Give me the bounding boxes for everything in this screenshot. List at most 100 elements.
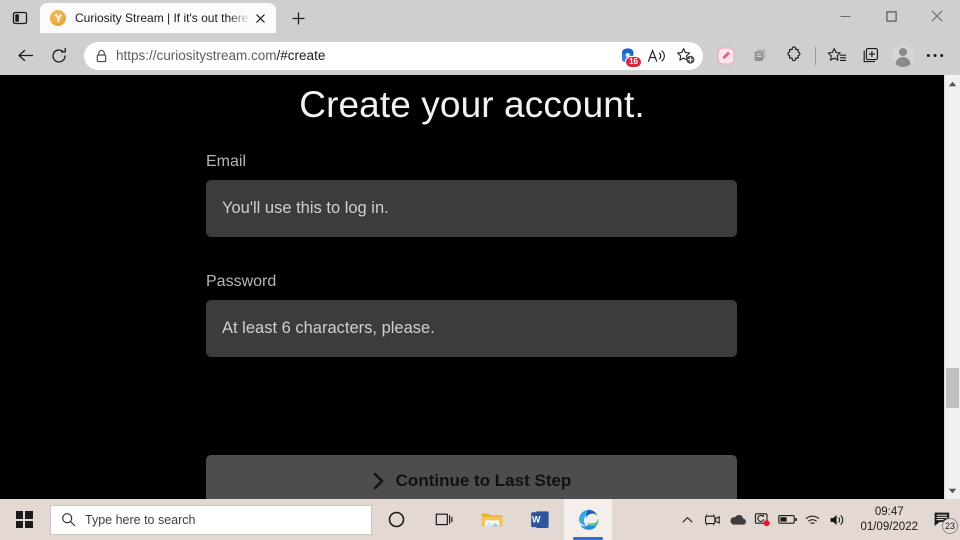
scroll-thumb[interactable]: [946, 368, 959, 408]
url-path: /#create: [276, 48, 326, 63]
show-hidden-icons-chevron: [682, 516, 694, 523]
start-button[interactable]: [0, 499, 48, 540]
back-arrow-icon: [17, 49, 33, 62]
refresh-button[interactable]: [44, 41, 74, 71]
curiositystream-create-account-page: Create your account. Email You'll use th…: [0, 75, 944, 499]
word-icon: W: [531, 511, 549, 528]
curiositystream-favicon: [50, 10, 66, 26]
scroll-up-button[interactable]: [945, 75, 960, 92]
microsoft-edge-icon: [578, 509, 598, 530]
back-button[interactable]: [10, 41, 40, 71]
show-hidden-icons-button[interactable]: [675, 499, 700, 540]
url-domain: https://curiositystream.com: [116, 48, 277, 63]
clock-date: 01/09/2022: [860, 520, 918, 533]
collections-icon: [863, 48, 878, 63]
address-bar[interactable]: https://curiositystream.com/#create 16: [84, 41, 703, 70]
shopping-button[interactable]: 16: [615, 43, 643, 69]
battery-button[interactable]: [775, 499, 800, 540]
email-field[interactable]: You'll use this to log in.: [206, 180, 737, 237]
wifi-icon: [806, 515, 820, 524]
chevron-right-icon: [372, 472, 385, 490]
tab-title: Curiosity Stream | If it's out there: [75, 11, 249, 25]
wifi-button[interactable]: [800, 499, 825, 540]
scroll-up-arrow: [948, 81, 957, 86]
window-controls: [822, 0, 960, 32]
new-tab-button[interactable]: [282, 3, 314, 33]
screen: Curiosity Stream | If it's out there htt…: [0, 0, 960, 540]
settings-and-more-button[interactable]: [920, 41, 950, 71]
cta-label: Continue to Last Step: [395, 471, 572, 490]
extension-collections-button[interactable]: [745, 41, 775, 71]
add-favorite-button[interactable]: [671, 43, 699, 69]
clock-time: 09:47: [874, 505, 904, 518]
refresh-icon: [52, 47, 66, 63]
continue-to-last-step-button[interactable]: Continue to Last Step: [206, 455, 737, 499]
onedrive-button[interactable]: [725, 499, 750, 540]
browser-toolbar: https://curiositystream.com/#create 16: [0, 36, 960, 75]
extensions-button[interactable]: [779, 41, 809, 71]
word-button[interactable]: W: [516, 499, 564, 540]
maximize-icon: [885, 10, 897, 22]
minimize-button[interactable]: [822, 0, 868, 32]
camera-tray-button[interactable]: [700, 499, 725, 540]
minimize-icon: [840, 15, 850, 17]
read-aloud-button[interactable]: [643, 43, 671, 69]
volume-icon: [830, 514, 844, 525]
signup-form: Email You'll use this to log in. Passwor…: [206, 153, 737, 357]
shopping-badge-count: 16: [625, 55, 642, 68]
svg-text:W: W: [532, 515, 541, 525]
action-center-button[interactable]: 23: [926, 499, 960, 540]
cortana-icon: [388, 511, 404, 528]
page-title: Create your account.: [299, 84, 645, 125]
page-scrollbar[interactable]: [944, 75, 960, 499]
tab-strip: Curiosity Stream | If it's out there: [0, 0, 960, 36]
password-placeholder: At least 6 characters, please.: [222, 319, 435, 337]
camera-tray-icon: [705, 513, 721, 525]
site-info-button[interactable]: [88, 43, 114, 69]
screen-snip-alert-icon: [755, 513, 771, 527]
profile-button[interactable]: [888, 41, 918, 71]
onedrive-icon: [730, 514, 746, 525]
password-label: Password: [206, 273, 277, 290]
collections-button[interactable]: [856, 41, 886, 71]
url-text: https://curiositystream.com/#create: [114, 48, 615, 63]
scroll-down-button[interactable]: [945, 482, 960, 499]
battery-icon: [778, 515, 797, 524]
favorites-list-icon: [827, 47, 847, 61]
tab-close-button[interactable]: [250, 8, 270, 28]
notification-count: 23: [942, 518, 958, 534]
page-viewport: Create your account. Email You'll use th…: [0, 75, 960, 499]
profile-avatar-icon: [892, 44, 914, 67]
close-icon: [931, 10, 943, 22]
extension-collections-gray-icon: [754, 48, 766, 61]
file-explorer-button[interactable]: [468, 499, 516, 540]
password-field[interactable]: At least 6 characters, please.: [206, 300, 737, 357]
add-to-favorites-icon: [676, 47, 694, 64]
windows-start-icon: [15, 511, 33, 528]
taskbar-clock[interactable]: 09:47 01/09/2022: [850, 499, 926, 540]
tab-search-button[interactable]: [0, 0, 40, 36]
volume-button[interactable]: [825, 499, 850, 540]
search-icon: [51, 512, 85, 527]
windows-taskbar: Type here to search W 09:47 01/09/2022 2…: [0, 499, 960, 540]
screen-snip-alert-button[interactable]: [750, 499, 775, 540]
cortana-button[interactable]: [372, 499, 420, 540]
close-icon: [255, 13, 265, 23]
maximize-button[interactable]: [868, 0, 914, 32]
extension-pink-icon: [717, 46, 735, 65]
task-view-icon: [435, 513, 452, 526]
field-spacer: [206, 237, 737, 273]
system-tray: 09:47 01/09/2022 23: [675, 499, 960, 540]
read-aloud-icon: [647, 48, 665, 62]
email-placeholder: You'll use this to log in.: [222, 199, 389, 217]
extensions-puzzle-icon: [787, 45, 801, 61]
microsoft-edge-button[interactable]: [564, 499, 612, 540]
browser-tab[interactable]: Curiosity Stream | If it's out there: [40, 3, 276, 33]
search-placeholder: Type here to search: [85, 512, 196, 527]
plus-icon: [291, 11, 305, 25]
close-window-button[interactable]: [914, 0, 960, 32]
favorites-button[interactable]: [822, 41, 852, 71]
extension-pink-button[interactable]: [711, 41, 741, 71]
search-input[interactable]: Type here to search: [50, 504, 372, 535]
task-view-button[interactable]: [420, 499, 468, 540]
